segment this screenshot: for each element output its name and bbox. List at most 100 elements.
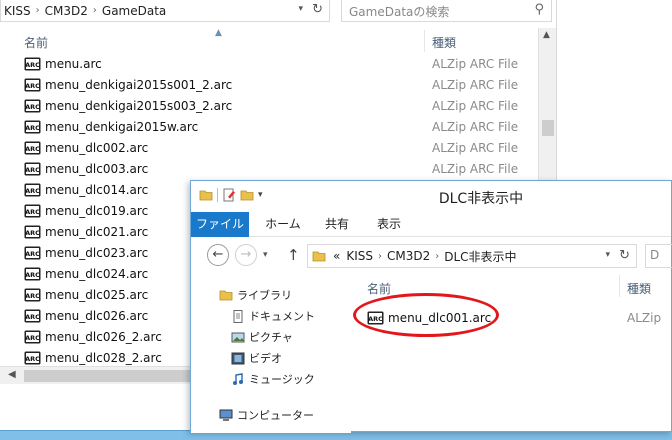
column-header-name[interactable]: 名前 [367, 280, 391, 297]
arc-file-icon: ARC [24, 267, 41, 281]
svg-text:ARC: ARC [25, 124, 40, 132]
search-input[interactable]: GameDataの検索 ⚲ [341, 0, 552, 22]
file-name: menu_denkigai2015s001_2.arc [45, 78, 233, 92]
arc-file-icon: ARC [24, 246, 41, 260]
chevron-down-icon[interactable]: ▾ [263, 250, 268, 260]
svg-text:ARC: ARC [25, 313, 40, 321]
file-row[interactable]: ARC menu_dlc002.arc ALZip ARC File [0, 138, 540, 159]
column-header-type[interactable]: 種類 [432, 34, 456, 51]
file-name: menu_dlc019.arc [45, 204, 149, 218]
file-name: menu_dlc026.arc [45, 309, 149, 323]
horizontal-scrollbar[interactable]: ◀ [0, 366, 192, 384]
arc-file-icon: ARC [24, 99, 41, 113]
svg-text:ARC: ARC [25, 103, 40, 111]
chevron-right-icon[interactable]: › [433, 251, 441, 262]
breadcrumb-overflow[interactable]: « [330, 249, 343, 263]
svg-text:ARC: ARC [25, 82, 40, 90]
back-arrow-icon[interactable]: ← [207, 244, 229, 266]
file-type: ALZip ARC File [432, 162, 519, 176]
column-divider[interactable] [424, 30, 425, 52]
nav-item-documents[interactable]: ドキュメント [231, 308, 315, 324]
tab-share[interactable]: 共有 [315, 212, 359, 237]
nav-item-label: ビデオ [249, 352, 282, 365]
forward-arrow-icon[interactable]: → [235, 244, 257, 266]
breadcrumb-kiss[interactable]: KISS [343, 249, 376, 263]
breadcrumb-cm3d2[interactable]: CM3D2 [42, 4, 91, 18]
arc-file-icon: ARC [24, 78, 41, 92]
arc-file-icon: ARC [24, 309, 41, 323]
title-bar[interactable]: ▾ DLC非表示中 [191, 181, 671, 212]
breadcrumb-dlc-hidden[interactable]: DLC非表示中 [441, 248, 519, 265]
file-name: menu_dlc002.arc [45, 141, 149, 155]
search-placeholder: D [650, 248, 660, 262]
scroll-up-icon[interactable]: ▲ [543, 30, 550, 40]
navigation-pane: ライブラリ ドキュメント ピクチャ ビデオ ミュージック コンピューター [191, 273, 351, 433]
chevron-right-icon[interactable]: › [91, 5, 99, 16]
search-icon[interactable]: ⚲ [534, 2, 544, 17]
tab-home[interactable]: ホーム [255, 212, 311, 237]
file-name: menu_dlc024.arc [45, 267, 149, 281]
svg-text:ARC: ARC [25, 250, 40, 258]
arc-file-icon: ARC [24, 351, 41, 365]
file-name: menu.arc [45, 57, 102, 71]
up-arrow-icon[interactable]: ↑ [287, 246, 300, 264]
nav-item-music[interactable]: ミュージック [231, 371, 315, 387]
nav-item-videos[interactable]: ビデオ [231, 350, 282, 366]
chevron-right-icon[interactable]: › [34, 5, 42, 16]
file-row[interactable]: ARC menu_denkigai2015s003_2.arc ALZip ARC … [0, 96, 540, 117]
sort-ascending-icon: ▲ [215, 28, 222, 38]
file-type: ALZip ARC File [432, 141, 519, 155]
file-row[interactable]: ARC menu_dlc003.arc ALZip ARC File [0, 159, 540, 180]
tab-file[interactable]: ファイル [191, 212, 249, 237]
file-name: menu_denkigai2015w.arc [45, 120, 199, 134]
svg-text:ARC: ARC [25, 145, 40, 153]
nav-item-label: ライブラリ [237, 289, 292, 302]
address-bar[interactable]: KISS › CM3D2 › GameData ▾ ↻ [0, 0, 330, 22]
breadcrumb-gamedata[interactable]: GameData [99, 4, 169, 18]
breadcrumb-kiss[interactable]: KISS [1, 4, 34, 18]
file-name: menu_dlc026_2.arc [45, 330, 162, 344]
nav-item-pictures[interactable]: ピクチャ [231, 329, 293, 345]
arc-file-icon: ARC [24, 120, 41, 134]
chevron-down-icon[interactable]: ▾ [298, 4, 303, 14]
file-row[interactable]: ARC menu.arc ALZip ARC File [0, 54, 540, 75]
refresh-icon[interactable]: ↻ [619, 248, 630, 263]
music-icon [233, 372, 243, 385]
column-divider[interactable] [619, 275, 620, 297]
nav-item-label: ピクチャ [249, 331, 293, 344]
arc-file-icon: ARC [24, 288, 41, 302]
file-type: ALZip ARC File [432, 57, 519, 71]
scrollbar-thumb[interactable] [24, 370, 192, 382]
svg-text:ARC: ARC [25, 166, 40, 174]
ribbon-tabs: ファイル ホーム 共有 表示 [191, 212, 671, 237]
address-bar[interactable]: « KISS › CM3D2 › DLC非表示中 ▾ ↻ [307, 244, 637, 268]
nav-item-computer[interactable]: コンピューター [219, 407, 314, 423]
search-input[interactable]: D [645, 244, 672, 268]
refresh-icon[interactable]: ↻ [312, 2, 323, 17]
file-row[interactable]: ARC menu_denkigai2015s001_2.arc ALZip ARC … [0, 75, 540, 96]
arc-file-icon: ARC [24, 57, 41, 71]
pictures-icon [231, 332, 245, 342]
navigation-bar: ← → ▾ ↑ « KISS › CM3D2 › DLC非表示中 ▾ ↻ D [191, 237, 672, 273]
chevron-down-icon[interactable]: ▾ [605, 250, 610, 260]
column-header-type[interactable]: 種類 [627, 280, 651, 297]
file-name: menu_dlc014.arc [45, 183, 149, 197]
file-name: menu_dlc025.arc [45, 288, 149, 302]
nav-item-label: コンピューター [237, 409, 314, 422]
tab-view[interactable]: 表示 [367, 212, 411, 237]
scroll-left-icon[interactable]: ◀ [8, 369, 16, 380]
scrollbar-thumb[interactable] [542, 120, 554, 136]
file-row[interactable]: ARC menu_denkigai2015w.arc ALZip ARC File [0, 117, 540, 138]
arc-file-icon: ARC [24, 141, 41, 155]
breadcrumb-cm3d2[interactable]: CM3D2 [384, 249, 433, 263]
svg-text:ARC: ARC [25, 208, 40, 216]
documents-icon [233, 309, 243, 323]
svg-text:ARC: ARC [25, 334, 40, 342]
svg-text:ARC: ARC [25, 271, 40, 279]
svg-text:ARC: ARC [25, 292, 40, 300]
file-type: ALZip ARC File [432, 99, 519, 113]
highlight-ellipse [353, 293, 499, 337]
nav-item-library[interactable]: ライブラリ [219, 287, 292, 303]
chevron-right-icon[interactable]: › [376, 251, 384, 262]
column-header-name[interactable]: 名前 [24, 34, 48, 51]
